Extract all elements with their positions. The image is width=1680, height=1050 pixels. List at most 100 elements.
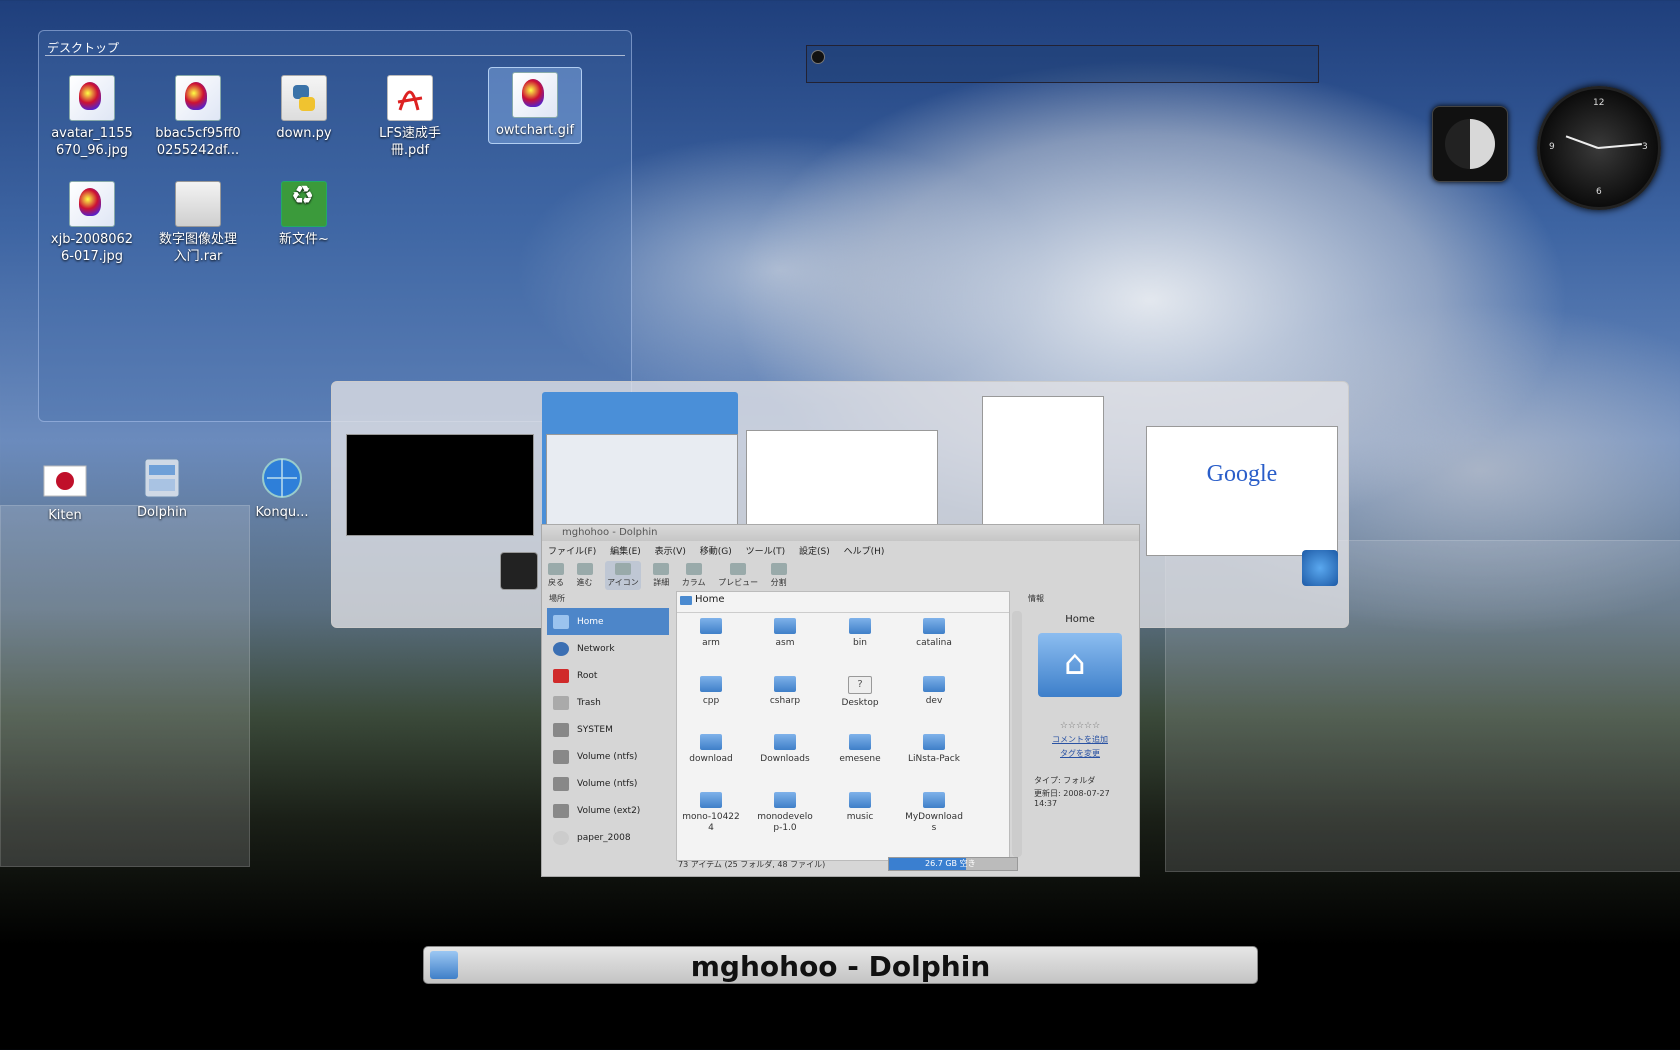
desktop-file[interactable]: avatar_1155 670_96.jpg [46,71,138,159]
add-comment-link[interactable]: コメントを追加 [1028,734,1132,745]
rating-stars[interactable]: ☆☆☆☆☆ [1028,721,1132,731]
info-modified: 更新日: 2008-07-27 14:37 [1034,789,1110,808]
konqueror-globe-icon [259,455,305,501]
busy-indicator-icon [811,50,825,64]
file-label: 新文件~ [279,232,329,247]
window-title: mghohoo - Dolphin [562,527,658,538]
icons-view-button[interactable]: アイコン [605,561,641,590]
place-volume-ext2[interactable]: Volume (ext2) [547,797,669,824]
folder-item[interactable]: dev [902,676,966,707]
folder-item[interactable]: music [828,792,892,823]
folder-item[interactable]: mono-10422 4 [679,792,743,834]
drive-icon [553,749,569,764]
place-paper[interactable]: paper_2008 [547,824,669,851]
folder-item[interactable]: monodevelo p-1.0 [753,792,817,834]
thumbnail-chat[interactable] [982,396,1104,530]
folder-icon [923,734,945,750]
launcher-label: Konqu... [255,505,309,520]
recycle-file-icon: ♻ [281,181,327,227]
details-view-button[interactable]: 詳細 [653,563,670,588]
image-file-icon [175,75,221,121]
place-network[interactable]: Network [547,635,669,662]
thumbnail-dolphin[interactable] [546,434,738,526]
menu-help[interactable]: ヘルプ(H) [844,547,885,557]
file-label: LFS速成手 冊.pdf [379,126,441,158]
desktop-file-selected[interactable]: owtchart.gif [488,67,582,144]
thumbnail-terminal[interactable] [346,434,534,536]
folder-item[interactable]: download [679,734,743,765]
dolphin-window[interactable]: mghohoo - Dolphin ファイル(F) 編集(E) 表示(V) 移動… [541,524,1140,877]
google-logo: Google [1206,461,1278,487]
place-volume-ntfs-2[interactable]: Volume (ntfs) [547,770,669,797]
split-button[interactable]: 分割 [770,563,787,588]
place-root[interactable]: Root [547,662,669,689]
information-panel: 情報 Home ☆☆☆☆☆ コメントを追加 タグを変更 タイプ: フォルダ 更新… [1028,591,1132,859]
analog-clock-widget[interactable]: 12 3 6 9 [1537,86,1661,210]
menu-bar: ファイル(F) 編集(E) 表示(V) 移動(G) ツール(T) 設定(S) ヘ… [548,544,895,557]
launcher-label: Kiten [48,508,82,523]
desktop-launcher-konqueror[interactable]: Konqu... [239,455,325,520]
file-label: xjb-2008062 6-017.jpg [50,232,134,264]
folder-view-title: デスクトップ [47,41,120,55]
folder-item[interactable]: arm [679,618,743,649]
desktop-launcher-kiten[interactable]: Kiten [22,458,108,523]
folder-item[interactable]: emesene [828,734,892,765]
folder-item[interactable]: asm [753,618,817,649]
folder-icon [774,734,796,750]
disc-icon [553,830,569,845]
folder-item[interactable]: cpp [679,676,743,707]
thumbnail-kde-welcome[interactable] [746,430,938,532]
desktop-file-item[interactable]: ? Desktop [828,676,892,709]
terminal-icon [500,552,538,590]
folder-item[interactable]: MyDownload s [902,792,966,834]
file-view-scrollbar[interactable] [1012,611,1022,857]
back-button[interactable]: 戻る [548,563,564,588]
home-folder-icon [1038,633,1122,697]
preview-button[interactable]: プレビュー [718,563,758,588]
menu-view[interactable]: 表示(V) [655,547,686,557]
desktop-file[interactable]: 数字图像处理 入门.rar [152,177,244,265]
info-title: Home [1065,614,1095,625]
menu-settings[interactable]: 設定(S) [799,547,830,557]
folder-icon [849,792,871,808]
desktop-launcher-dolphin[interactable]: Dolphin [119,455,205,520]
desktop-file[interactable]: down.py [258,71,350,142]
konqueror-icon [1302,550,1338,586]
clock-number: 6 [1596,187,1602,197]
folder-item[interactable]: Downloads [753,734,817,765]
thumbnail-browser[interactable]: Google [1146,426,1338,556]
change-tags-link[interactable]: タグを変更 [1028,748,1132,759]
window-titlebar[interactable]: mghohoo - Dolphin [542,525,1139,541]
folder-item[interactable]: LiNsta-Pack [902,734,966,765]
folder-icon [923,618,945,634]
root-folder-icon [553,668,569,683]
menu-edit[interactable]: 編集(E) [610,547,641,557]
place-home[interactable]: Home [547,608,669,635]
python-file-icon [281,75,327,121]
dolphin-icon [139,455,185,501]
desktop-file[interactable]: LFS速成手 冊.pdf [364,71,456,159]
menu-go[interactable]: 移動(G) [700,547,732,557]
place-trash[interactable]: Trash [547,689,669,716]
desktop-file[interactable]: bbac5cf95ff0 0255242df... [152,71,244,159]
forward-button[interactable]: 進む [576,563,593,588]
place-system[interactable]: SYSTEM [547,716,669,743]
folder-item[interactable]: bin [828,618,892,649]
folder-icon [849,618,871,634]
file-view[interactable]: Home arm asm bin catalina cpp csharp ? De… [676,591,1010,861]
file-label: bbac5cf95ff0 0255242df... [155,126,241,158]
columns-view-button[interactable]: カラム [682,563,706,588]
menu-tools[interactable]: ツール(T) [746,547,786,557]
desktop-file[interactable]: ♻ 新文件~ [258,177,350,248]
desktop-file[interactable]: xjb-2008062 6-017.jpg [46,177,138,265]
image-file-icon [69,75,115,121]
location-bar[interactable]: Home [677,592,1009,613]
menu-file[interactable]: ファイル(F) [548,547,596,557]
folder-item[interactable]: catalina [902,618,966,649]
place-volume-ntfs[interactable]: Volume (ntfs) [547,743,669,770]
folder-icon [774,618,796,634]
krunner-input[interactable] [806,45,1319,83]
folder-item[interactable]: csharp [753,676,817,707]
status-bar-text: 73 アイテム (25 フォルダ, 48 ファイル) [678,860,826,869]
moon-phase-widget[interactable] [1432,106,1508,182]
